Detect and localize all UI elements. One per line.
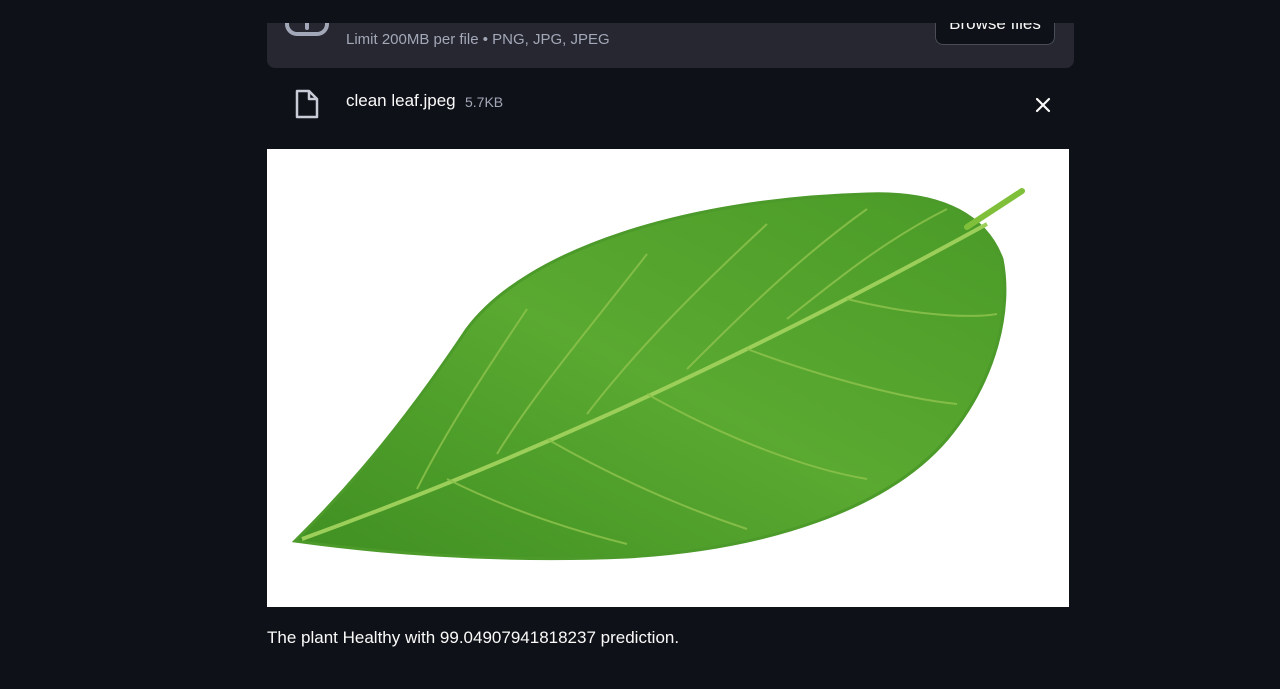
prediction-result: The plant Healthy with 99.04907941818237… [267,628,680,647]
file-size: 5.7KB [465,94,504,110]
upload-limit-text: Limit 200MB per file • PNG, JPG, JPEG [346,31,610,48]
file-icon [294,89,320,119]
app-header [0,0,1280,23]
uploaded-leaf-image [267,149,1069,607]
file-name: clean leaf.jpeg [346,91,456,110]
uploaded-file-row: clean leaf.jpeg 5.7KB [267,78,1074,130]
close-icon[interactable] [1032,94,1054,116]
